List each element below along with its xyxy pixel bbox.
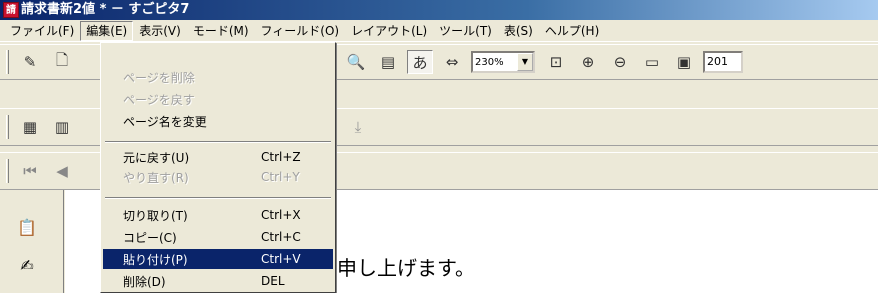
menu-field[interactable]: フィールド(O) bbox=[255, 21, 346, 41]
signature-icon[interactable]: ✍ bbox=[14, 252, 40, 278]
first-page-icon[interactable]: ⏮ bbox=[17, 159, 43, 183]
menu-item-cut[interactable]: 切り取り(T) Ctrl+X bbox=[103, 205, 333, 225]
japanese-text-icon[interactable]: あ bbox=[407, 50, 433, 74]
menu-item-rename-page[interactable]: ページ名を変更 bbox=[103, 111, 333, 131]
menu-item-redo[interactable]: やり直す(R) Ctrl+Y bbox=[103, 167, 333, 187]
arrow-bottom-icon[interactable]: ⤓ bbox=[345, 115, 371, 139]
new-document-icon[interactable]: 🗋 bbox=[49, 50, 75, 74]
layout-icon[interactable]: ▤ bbox=[375, 50, 401, 74]
app-icon: 請 bbox=[3, 2, 19, 18]
menu-separator bbox=[105, 197, 331, 199]
document-text: 申し上げます。 bbox=[337, 256, 475, 280]
toolbar-grip[interactable] bbox=[6, 159, 9, 183]
menu-item-delete-page[interactable]: ページを削除 bbox=[103, 67, 333, 87]
page-number-field[interactable]: 201 bbox=[703, 51, 743, 73]
title-bar: 請 請求書新2値 * － すごピタ7 bbox=[0, 0, 878, 20]
edit-menu-dropdown: ページを削除 ページを戻す ページ名を変更 元に戻す(U) Ctrl+Z やり直… bbox=[100, 42, 336, 293]
grid-icon[interactable]: ▦ bbox=[17, 115, 43, 139]
table-edit-icon[interactable]: ▥ bbox=[49, 115, 75, 139]
menu-layout[interactable]: レイアウト(L) bbox=[345, 21, 433, 41]
menu-tools[interactable]: ツール(T) bbox=[433, 21, 498, 41]
chevron-down-icon[interactable]: ▼ bbox=[517, 53, 533, 71]
toolbar-grip[interactable] bbox=[6, 50, 9, 74]
zoom-select[interactable]: 230% ▼ bbox=[471, 51, 535, 73]
page-icon[interactable]: ▣ bbox=[671, 50, 697, 74]
menu-item-undo[interactable]: 元に戻す(U) Ctrl+Z bbox=[103, 147, 333, 167]
print-preview-icon[interactable]: 🔍 bbox=[343, 50, 369, 74]
menu-bar: ファイル(F) 編集(E) 表示(V) モード(M) フィールド(O) レイアウ… bbox=[0, 20, 878, 42]
zoom-in-icon[interactable]: ⊕ bbox=[575, 50, 601, 74]
menu-table[interactable]: 表(S) bbox=[498, 21, 539, 41]
menu-mode[interactable]: モード(M) bbox=[187, 21, 255, 41]
menu-help[interactable]: ヘルプ(H) bbox=[539, 21, 605, 41]
left-tool-strip: 📋 ✍ bbox=[0, 190, 64, 293]
zoom-value: 230% bbox=[475, 56, 504, 68]
menu-file[interactable]: ファイル(F) bbox=[4, 21, 80, 41]
menu-item-delete[interactable]: 削除(D) DEL bbox=[103, 271, 333, 291]
fit-width-icon[interactable]: ⇔ bbox=[439, 50, 465, 74]
zoom-fit-icon[interactable]: ⊡ bbox=[543, 50, 569, 74]
menu-item-paste[interactable]: 貼り付け(P) Ctrl+V bbox=[103, 249, 333, 269]
menu-item-copy[interactable]: コピー(C) Ctrl+C bbox=[103, 227, 333, 247]
zoom-out-icon[interactable]: ⊖ bbox=[607, 50, 633, 74]
menu-separator bbox=[105, 141, 331, 143]
toolbar-grip[interactable] bbox=[6, 115, 9, 139]
pen-icon[interactable]: ✎ bbox=[17, 50, 43, 74]
menu-item-restore-page[interactable]: ページを戻す bbox=[103, 89, 333, 109]
window-icon[interactable]: ▭ bbox=[639, 50, 665, 74]
window-title: 請求書新2値 * － すごピタ7 bbox=[21, 2, 190, 17]
previous-page-icon[interactable]: ◀ bbox=[49, 159, 75, 183]
paste-field-icon[interactable]: 📋 bbox=[14, 214, 40, 240]
menu-view[interactable]: 表示(V) bbox=[133, 21, 187, 41]
menu-edit[interactable]: 編集(E) bbox=[80, 20, 134, 41]
